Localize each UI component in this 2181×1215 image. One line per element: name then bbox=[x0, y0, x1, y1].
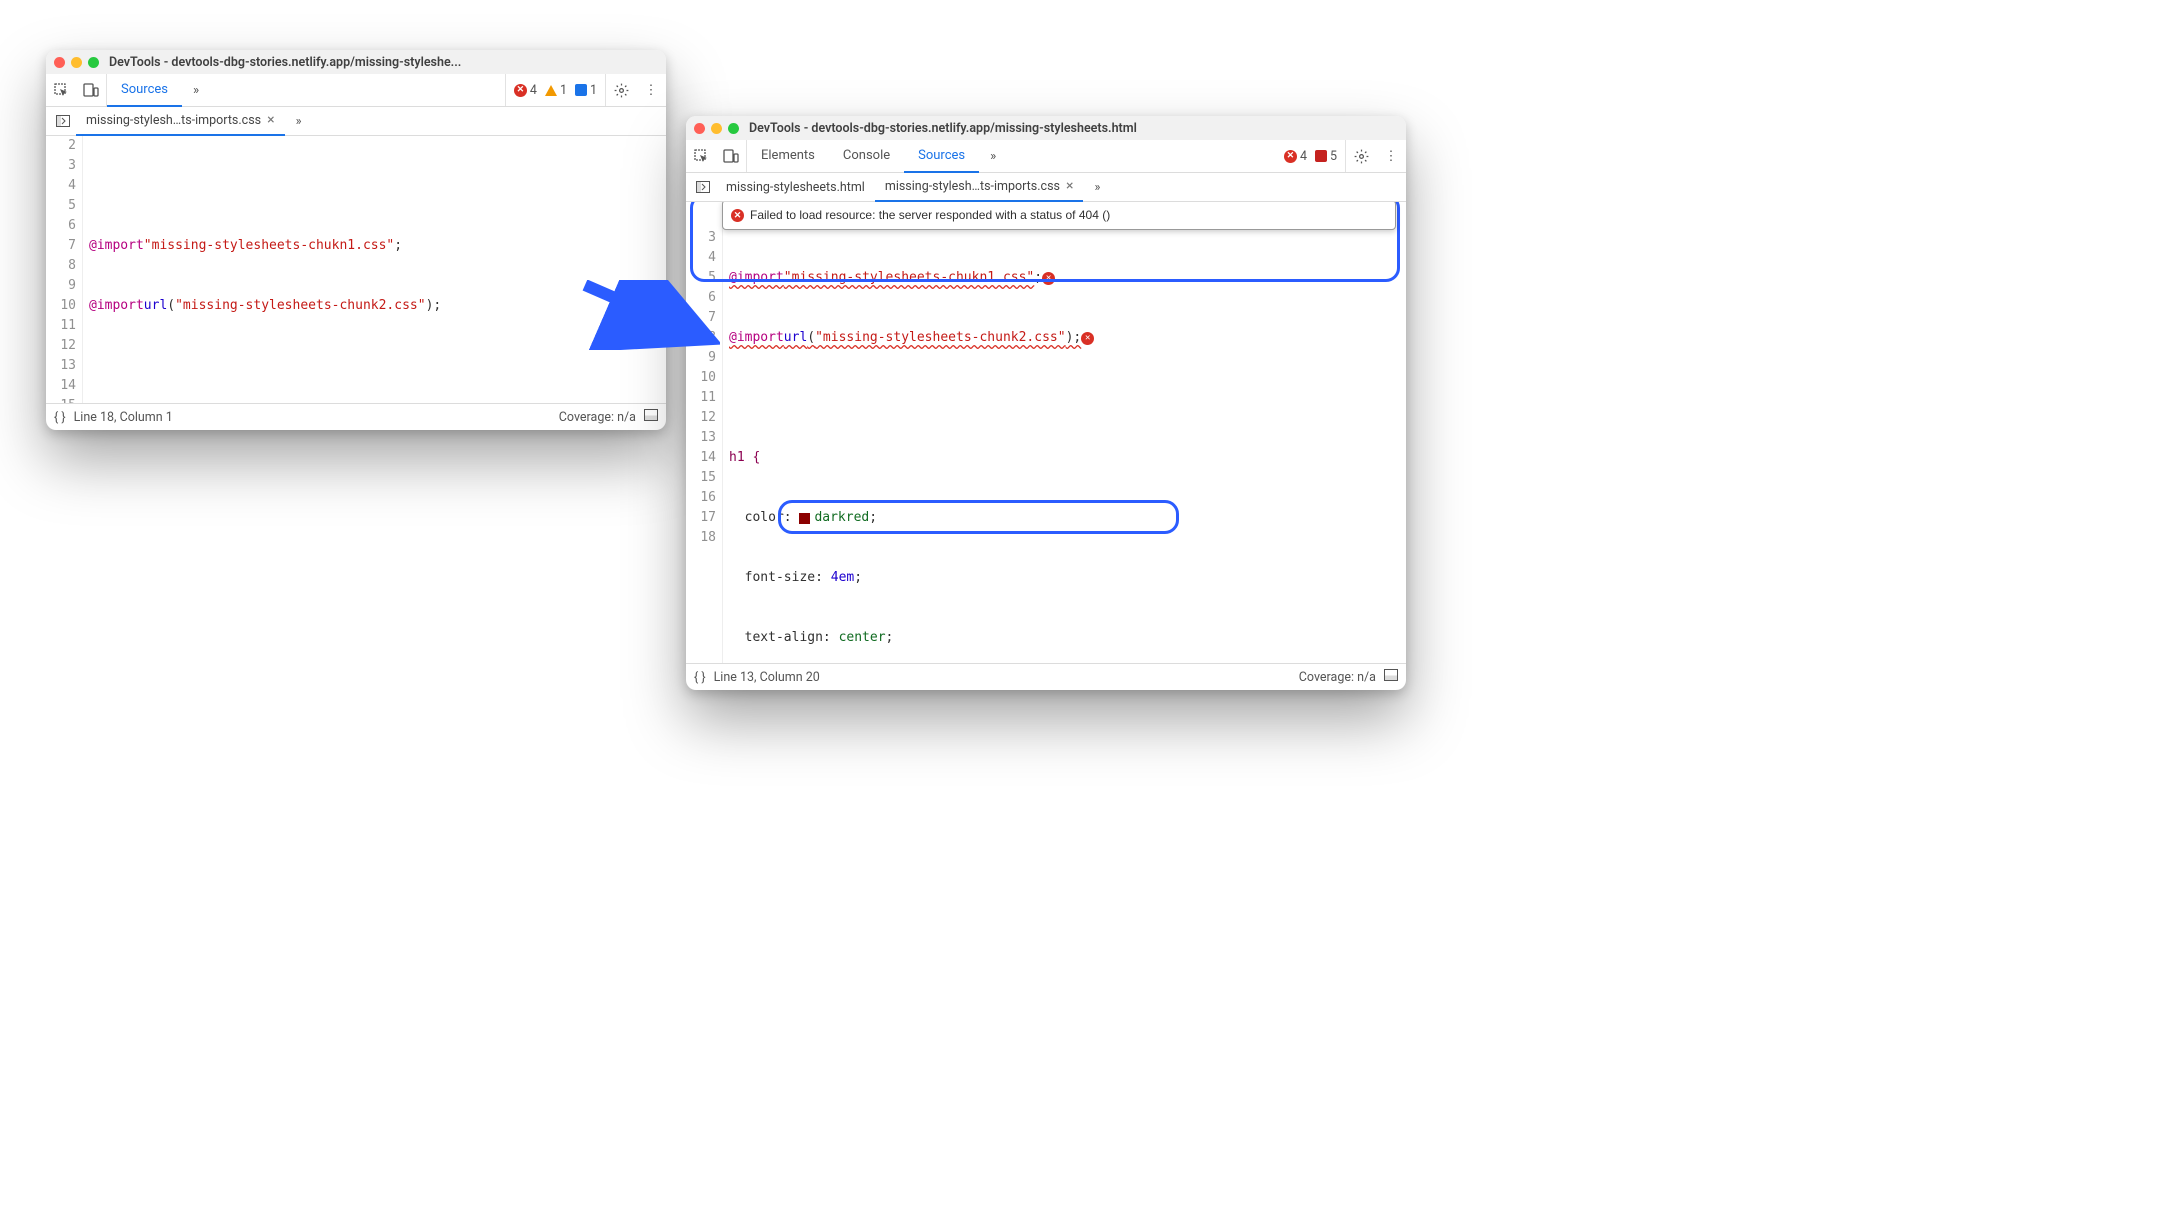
error-count-badge[interactable]: ✕4 bbox=[1284, 149, 1307, 164]
coverage-label: Coverage: n/a bbox=[1299, 670, 1376, 685]
status-bar: { } Line 18, Column 1 Coverage: n/a bbox=[46, 403, 666, 430]
close-tab-icon[interactable]: × bbox=[1066, 178, 1073, 194]
error-icon: ✕ bbox=[731, 209, 744, 222]
flow-arrow-icon bbox=[580, 280, 720, 350]
more-tabs-icon[interactable]: » bbox=[979, 149, 1007, 164]
file-tab-html[interactable]: missing-stylesheets.html bbox=[716, 173, 875, 201]
navigator-toggle-icon[interactable] bbox=[690, 181, 716, 193]
braces-icon[interactable]: { } bbox=[694, 670, 706, 685]
minimize-window-icon[interactable] bbox=[711, 123, 722, 134]
error-marker-icon[interactable]: ✕ bbox=[1042, 272, 1055, 285]
file-tab-css[interactable]: missing-stylesh…ts-imports.css × bbox=[875, 172, 1084, 202]
settings-icon[interactable] bbox=[1346, 140, 1376, 172]
file-tab-css[interactable]: missing-stylesh…ts-imports.css × bbox=[76, 106, 285, 136]
error-count-badge[interactable]: ✕4 bbox=[514, 83, 537, 98]
issue-count-badge[interactable]: 5 bbox=[1315, 149, 1337, 164]
titlebar[interactable]: DevTools - devtools-dbg-stories.netlify.… bbox=[686, 116, 1406, 140]
devtools-window-before: DevTools - devtools-dbg-stories.netlify.… bbox=[46, 50, 666, 430]
kebab-menu-icon[interactable]: ⋮ bbox=[1376, 140, 1406, 172]
error-marker-icon[interactable]: ✕ bbox=[1081, 332, 1094, 345]
navigator-toggle-icon[interactable] bbox=[50, 115, 76, 127]
settings-icon[interactable] bbox=[606, 74, 636, 106]
drawer-toggle-icon[interactable] bbox=[644, 409, 658, 425]
minimize-window-icon[interactable] bbox=[71, 57, 82, 68]
close-window-icon[interactable] bbox=[694, 123, 705, 134]
toolbar: Sources » ✕4 1 1 ⋮ bbox=[46, 74, 666, 107]
line-gutter: 23456789101112131415161718 bbox=[46, 136, 83, 403]
titlebar[interactable]: DevTools - devtools-dbg-stories.netlify.… bbox=[46, 50, 666, 74]
tab-elements[interactable]: Elements bbox=[747, 139, 829, 173]
zoom-window-icon[interactable] bbox=[88, 57, 99, 68]
file-tabs: missing-stylesheets.html missing-stylesh… bbox=[686, 173, 1406, 202]
line-gutter: 3456789101112131415161718 bbox=[686, 202, 723, 663]
coverage-label: Coverage: n/a bbox=[559, 410, 636, 425]
drawer-toggle-icon[interactable] bbox=[1384, 669, 1398, 685]
error-tooltip: ✕ Failed to load resource: the server re… bbox=[722, 202, 1396, 230]
device-toolbar-icon[interactable] bbox=[716, 140, 746, 172]
zoom-window-icon[interactable] bbox=[728, 123, 739, 134]
tab-sources[interactable]: Sources bbox=[107, 73, 182, 107]
cursor-position: Line 13, Column 20 bbox=[714, 670, 820, 685]
devtools-window-after: DevTools - devtools-dbg-stories.netlify.… bbox=[686, 116, 1406, 690]
device-toolbar-icon[interactable] bbox=[76, 74, 106, 106]
window-title: DevTools - devtools-dbg-stories.netlify.… bbox=[749, 121, 1398, 136]
tab-console[interactable]: Console bbox=[829, 139, 904, 173]
code-body[interactable]: @import "missing-stylesheets-chukn1.css"… bbox=[723, 202, 1406, 663]
file-tabs: missing-stylesh…ts-imports.css × » bbox=[46, 107, 666, 136]
more-file-tabs-icon[interactable]: » bbox=[285, 114, 313, 129]
issue-count-badge[interactable]: 1 bbox=[575, 83, 597, 98]
braces-icon[interactable]: { } bbox=[54, 410, 66, 425]
toolbar: Elements Console Sources » ✕4 5 ⋮ bbox=[686, 140, 1406, 173]
kebab-menu-icon[interactable]: ⋮ bbox=[636, 74, 666, 106]
code-editor[interactable]: ✕ Failed to load resource: the server re… bbox=[686, 202, 1406, 663]
status-bar: { } Line 13, Column 20 Coverage: n/a bbox=[686, 663, 1406, 690]
tab-sources[interactable]: Sources bbox=[904, 139, 979, 173]
color-swatch-darkred[interactable] bbox=[799, 513, 810, 524]
cursor-position: Line 18, Column 1 bbox=[74, 410, 173, 425]
window-title: DevTools - devtools-dbg-stories.netlify.… bbox=[109, 55, 658, 70]
code-body[interactable]: @import "missing-stylesheets-chukn1.css"… bbox=[83, 136, 666, 403]
inspect-icon[interactable] bbox=[686, 140, 716, 172]
warning-count-badge[interactable]: 1 bbox=[545, 83, 567, 98]
code-editor[interactable]: 23456789101112131415161718 @import "miss… bbox=[46, 136, 666, 403]
close-tab-icon[interactable]: × bbox=[267, 112, 274, 128]
inspect-icon[interactable] bbox=[46, 74, 76, 106]
more-file-tabs-icon[interactable]: » bbox=[1083, 180, 1111, 195]
close-window-icon[interactable] bbox=[54, 57, 65, 68]
more-tabs-icon[interactable]: » bbox=[182, 83, 210, 98]
